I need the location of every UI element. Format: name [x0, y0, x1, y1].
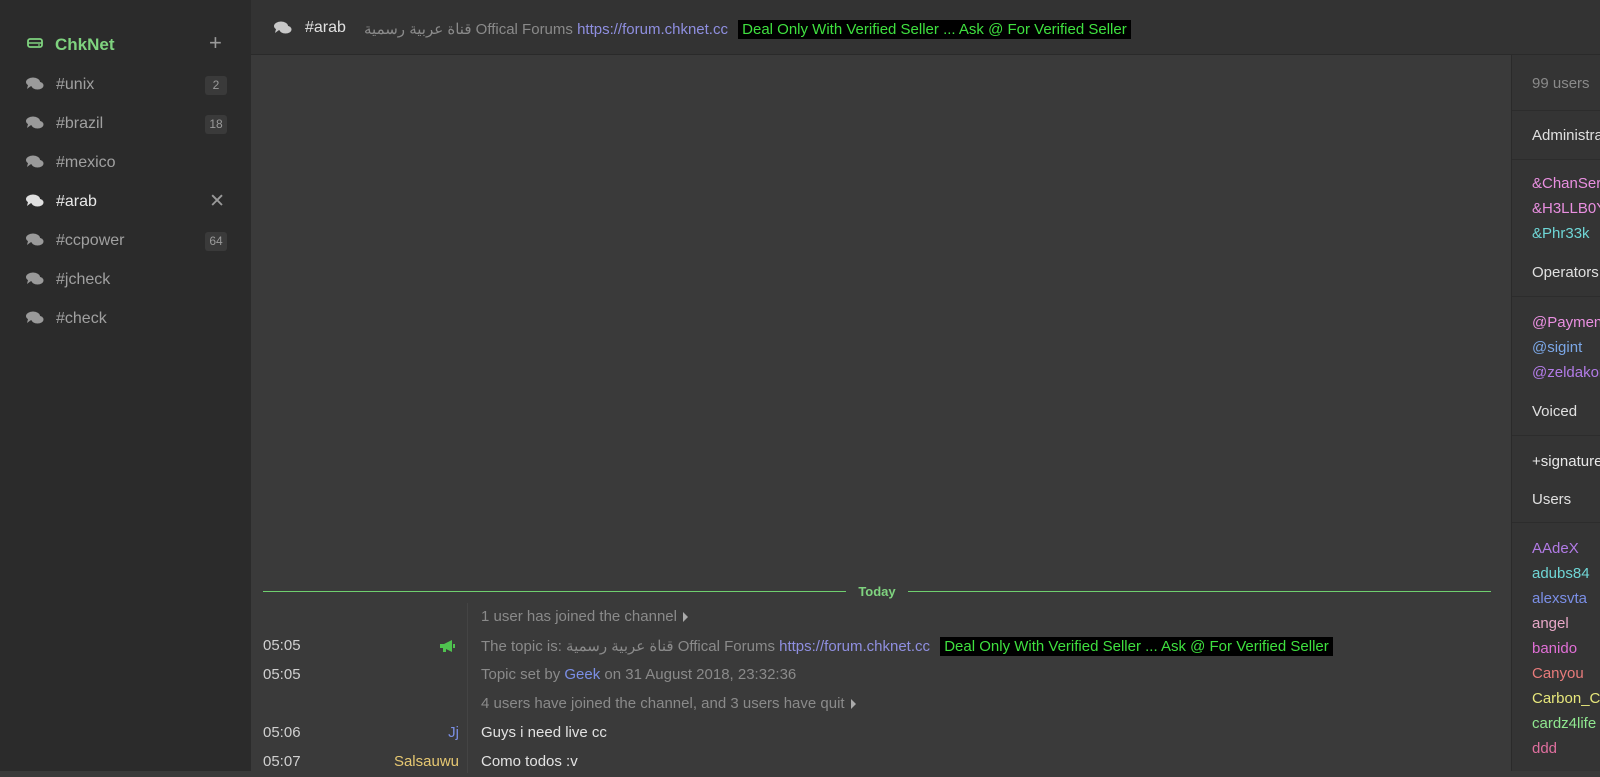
group-header-users: Users: [1532, 491, 1572, 508]
day-divider-label: Today: [846, 584, 908, 599]
chat-icon: [26, 272, 44, 290]
message-text: Guys i need live cc: [481, 724, 607, 741]
message-text[interactable]: 4 users have joined the channel, and 3 u…: [481, 695, 856, 712]
message-row: 4 users have joined the channel, and 3 u…: [251, 691, 1511, 719]
message-time: 05:05: [263, 637, 301, 654]
channel-header: #arab قناة عربية رسمية Offical Forums ht…: [251, 0, 1600, 55]
channel-item-jcheck[interactable]: #jcheck: [0, 262, 251, 298]
channel-label: #unix: [56, 76, 95, 93]
user-item[interactable]: alexsvta: [1532, 590, 1587, 607]
channel-label: #brazil: [56, 115, 104, 132]
header-channel-name: #arab: [305, 19, 346, 36]
divider: [1512, 159, 1600, 160]
channel-label: #jcheck: [56, 271, 111, 288]
chat-icon: [26, 311, 44, 329]
network-row[interactable]: ChkNet +: [0, 28, 251, 60]
divider: [1512, 110, 1600, 111]
message-text: The topic is: قناة عربية رسمية Offical F…: [481, 637, 1333, 656]
user-count: 99 users: [1532, 75, 1590, 92]
chat-icon: [26, 194, 44, 212]
message-row: 05:06 Jj Guys i need live cc: [251, 720, 1511, 748]
message-row: 05:05 The topic is: قناة عربية رسمية Off…: [251, 633, 1511, 661]
message-text[interactable]: 1 user has joined the channel: [481, 608, 688, 625]
group-header-ops: Operators: [1532, 264, 1599, 281]
chat-icon: [26, 77, 44, 95]
add-channel-button[interactable]: +: [209, 30, 222, 56]
user-item[interactable]: AAdeX: [1532, 540, 1579, 557]
user-item[interactable]: @Payment: [1532, 314, 1600, 331]
message-row: 05:05 Topic set by Geek on 31 August 201…: [251, 662, 1511, 690]
megaphone-icon: [439, 639, 456, 657]
channel-item-ccpower[interactable]: #ccpower 64: [0, 223, 251, 259]
topic-highlight: Deal Only With Verified Seller ... Ask @…: [940, 637, 1333, 656]
expand-caret-icon[interactable]: [682, 612, 688, 623]
user-item[interactable]: &Phr33k: [1532, 225, 1590, 242]
user-item[interactable]: +signature: [1532, 453, 1600, 470]
message-time: 05:07: [263, 753, 301, 770]
topic-text: قناة عربية رسمية Offical Forums: [364, 21, 573, 38]
channel-item-arab[interactable]: #arab ✕: [0, 184, 251, 220]
divider: [1512, 435, 1600, 436]
user-item[interactable]: cardz4life: [1532, 715, 1596, 732]
unread-badge: 18: [205, 115, 227, 134]
chat-icon: [26, 233, 44, 251]
message-area[interactable]: Today 1 user has joined the channel 05:0…: [251, 55, 1511, 773]
group-header-admins: Administrators: [1532, 127, 1600, 144]
user-item[interactable]: banido: [1532, 640, 1577, 657]
expand-caret-icon[interactable]: [850, 699, 856, 710]
network-name: ChkNet: [55, 35, 115, 54]
chat-icon: [274, 21, 292, 39]
message-row: 1 user has joined the channel: [251, 604, 1511, 632]
divider: [1512, 522, 1600, 523]
message-time: 05:06: [263, 724, 301, 741]
message-nick[interactable]: Salsauwu: [394, 753, 459, 770]
message-row: 05:07 Salsauwu Como todos :v: [251, 749, 1511, 777]
user-item[interactable]: @sigint: [1532, 339, 1582, 356]
channel-item-brazil[interactable]: #brazil 18: [0, 106, 251, 142]
message-text: Topic set by Geek on 31 August 2018, 23:…: [481, 666, 797, 683]
channel-label: #arab: [56, 193, 97, 210]
user-item[interactable]: &H3LLB0Y: [1532, 200, 1600, 217]
nick-link[interactable]: Geek: [564, 666, 600, 683]
close-channel-icon[interactable]: ✕: [209, 190, 225, 213]
channel-label: #check: [56, 310, 107, 327]
user-item[interactable]: adubs84: [1532, 565, 1590, 582]
user-item[interactable]: angel: [1532, 615, 1569, 632]
unread-badge: 2: [205, 76, 227, 95]
channel-item-check[interactable]: #check: [0, 301, 251, 337]
user-item[interactable]: Canyou: [1532, 665, 1584, 682]
sidebar: ChkNet + #unix 2 #brazil 18 #mexico #ara…: [0, 0, 251, 771]
channel-label: #mexico: [56, 154, 116, 171]
unread-badge: 64: [205, 232, 227, 251]
channel-item-unix[interactable]: #unix 2: [0, 67, 251, 103]
chat-icon: [26, 116, 44, 134]
user-item[interactable]: ddd: [1532, 740, 1557, 757]
topic-link[interactable]: https://forum.chknet.cc: [779, 638, 930, 655]
user-list: 99 users Administrators &ChanServ &H3LLB…: [1511, 55, 1600, 771]
message-text: Como todos :v: [481, 753, 578, 770]
message-nick[interactable]: Jj: [448, 724, 459, 741]
user-item[interactable]: @zeldakorn: [1532, 364, 1600, 381]
network-icon: [27, 36, 43, 54]
channel-item-mexico[interactable]: #mexico: [0, 145, 251, 181]
channel-label: #ccpower: [56, 232, 125, 249]
divider: [1512, 296, 1600, 297]
message-time: 05:05: [263, 666, 301, 683]
topic-highlight: Deal Only With Verified Seller ... Ask @…: [738, 20, 1131, 39]
header-topic: قناة عربية رسمية Offical Forums https://…: [364, 20, 1131, 39]
user-item[interactable]: Carbon_C: [1532, 690, 1600, 707]
user-item[interactable]: &ChanServ: [1532, 175, 1600, 192]
group-header-voiced: Voiced: [1532, 403, 1578, 420]
topic-link[interactable]: https://forum.chknet.cc: [577, 21, 728, 38]
chat-icon: [26, 155, 44, 173]
